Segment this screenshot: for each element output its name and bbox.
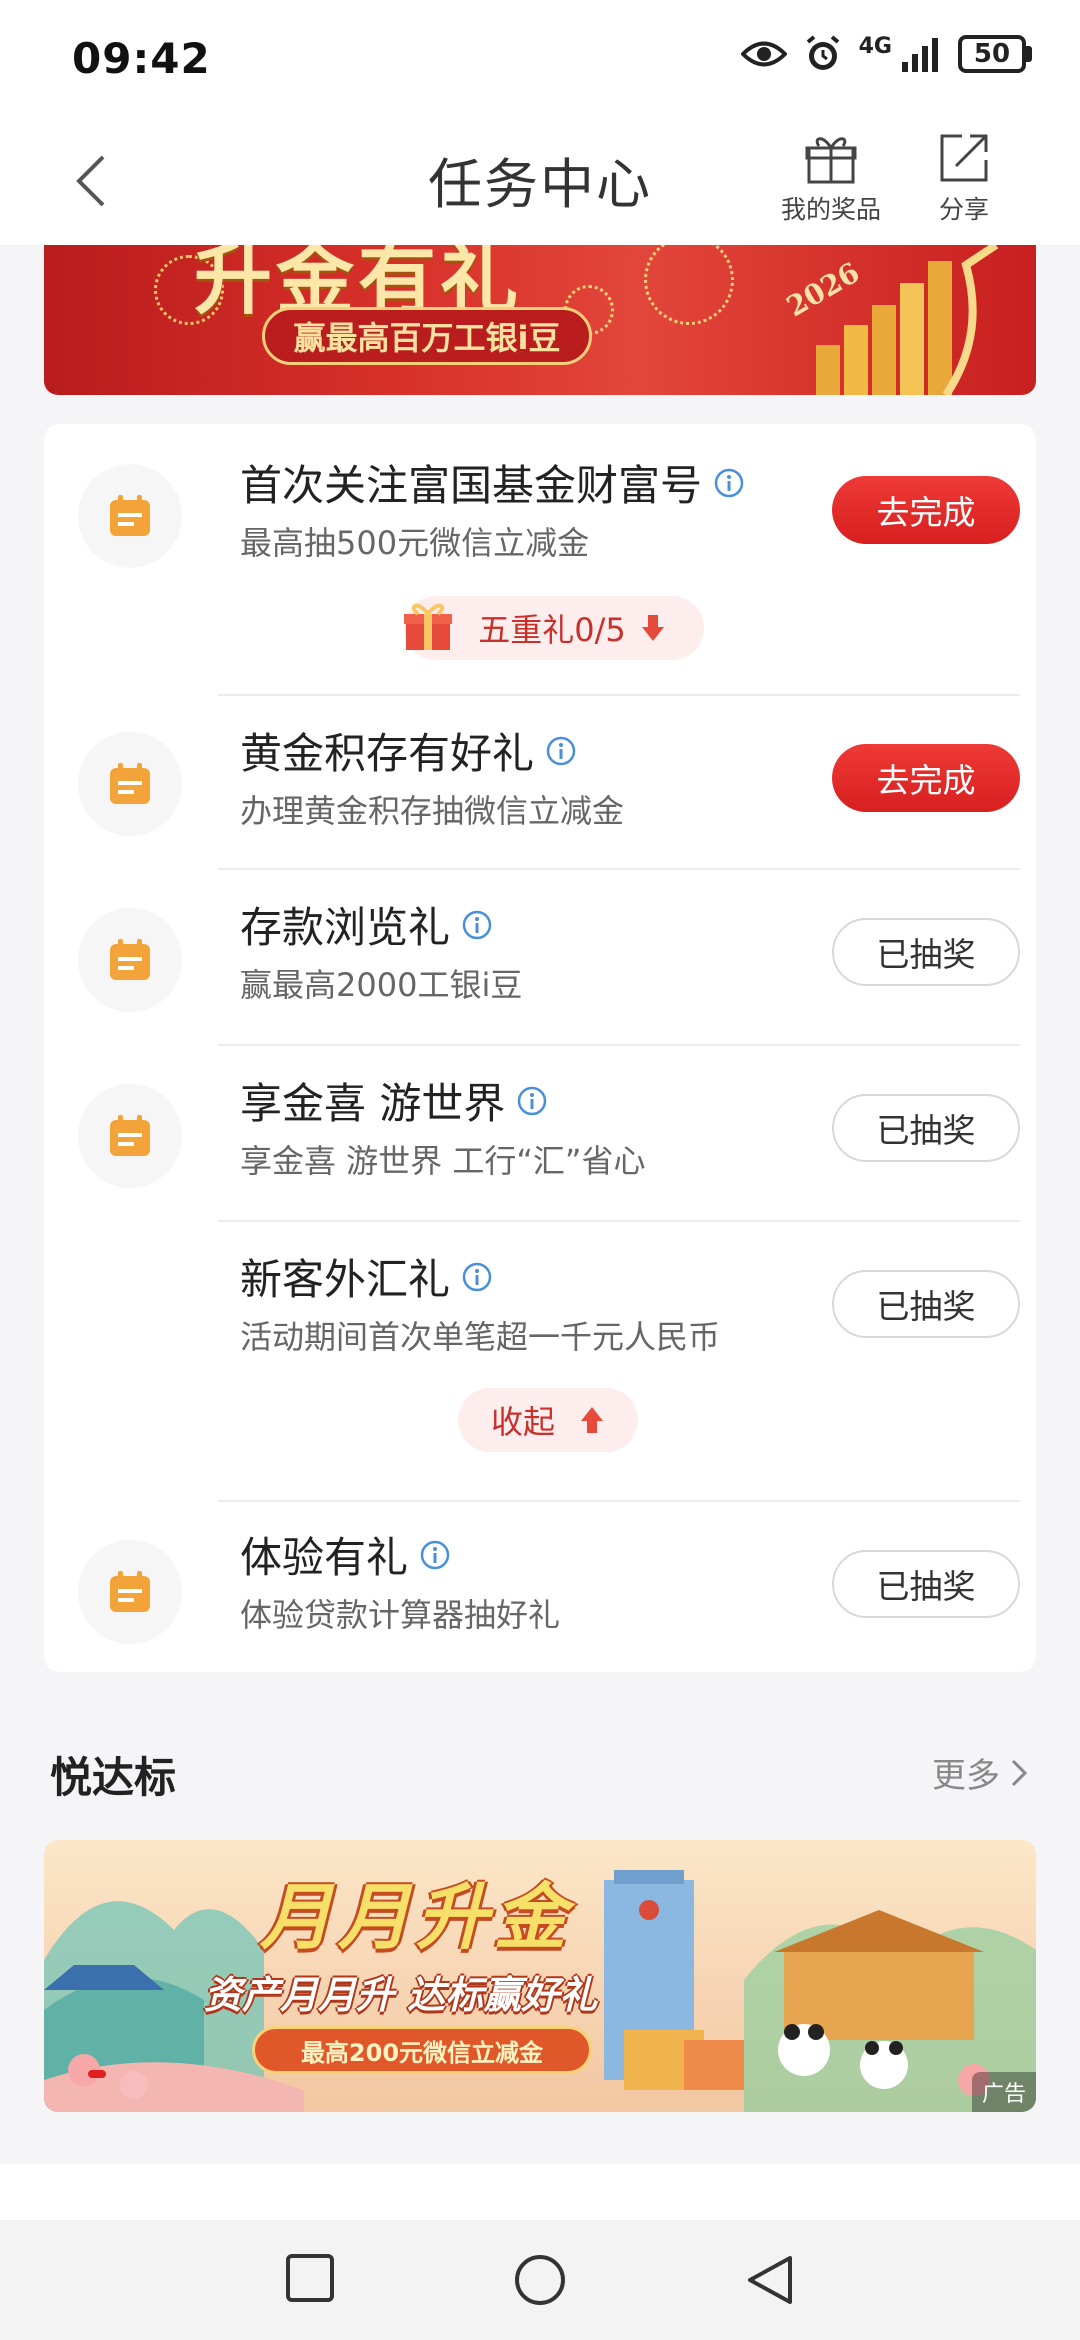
next-section-peek (0, 2164, 1080, 2224)
info-icon[interactable] (462, 910, 492, 940)
network-type: 4G (858, 34, 892, 59)
my-prizes-label: 我的奖品 (780, 195, 881, 224)
task-item: 首次关注富国基金财富号 最高抽500元微信立减金 去完成 五重礼0/5 (44, 424, 1036, 684)
task-title: 首次关注富国基金财富号 (240, 452, 744, 513)
task-icon-wrap (78, 732, 182, 836)
banner-subtitle: 赢最高百万工银i豆 (262, 307, 592, 365)
more-label: 更多 (932, 1756, 1000, 1796)
share-button[interactable]: 分享 (924, 130, 1004, 226)
recent-apps-icon[interactable] (284, 2252, 336, 2304)
five-gifts-toggle[interactable]: 五重礼0/5 (404, 596, 704, 660)
info-icon[interactable] (462, 1262, 492, 1292)
home-icon[interactable] (512, 2252, 568, 2308)
status-icons: 4G 50 (740, 34, 1032, 74)
calendar-icon (110, 1571, 150, 1612)
gift-box-icon (404, 603, 452, 650)
gold-stairs-illustration (816, 245, 999, 395)
share-label: 分享 (938, 195, 989, 224)
section-title: 悦达标 (50, 1753, 177, 1802)
task-item: 享金喜 游世界 享金喜 游世界 工行“汇”省心 已抽奖 (44, 1046, 1036, 1220)
task-title: 体验有礼 (240, 1524, 450, 1585)
drawn-status-button[interactable]: 已抽奖 (832, 1270, 1020, 1338)
arrow-down-icon (641, 615, 664, 641)
task-item: 黄金积存有好礼 办理黄金积存抽微信立减金 去完成 (44, 696, 1036, 870)
ad-subtitle: 资产月月升 达标赢好礼 (204, 1973, 598, 2017)
header-bar: 任务中心 我的奖品 分享 (0, 120, 1080, 245)
info-icon[interactable] (714, 468, 744, 498)
task-icon-wrap (78, 1084, 182, 1188)
drawn-status-button[interactable]: 已抽奖 (832, 1550, 1020, 1618)
ad-note: 最高200元微信立减金 (252, 2026, 592, 2074)
complete-task-button[interactable]: 去完成 (832, 476, 1020, 544)
info-icon[interactable] (517, 1086, 547, 1116)
back-nav-icon[interactable] (744, 2252, 796, 2308)
firework-decoration (644, 245, 734, 325)
task-list-card: 首次关注富国基金财富号 最高抽500元微信立减金 去完成 五重礼0/5 黄金积存… (44, 424, 1036, 1672)
system-navigation-bar (0, 2220, 1080, 2340)
battery-icon: 50 (958, 35, 1032, 73)
task-subtitle: 最高抽500元微信立减金 (240, 524, 590, 562)
calendar-icon (110, 763, 150, 804)
calendar-icon (110, 1115, 150, 1156)
task-icon-wrap (78, 1540, 182, 1644)
eye-icon (740, 41, 787, 67)
calendar-icon (110, 495, 150, 536)
my-prizes-button[interactable]: 我的奖品 (776, 130, 886, 226)
task-item: 新客外汇礼 活动期间首次单笔超一千元人民币 已抽奖 收起 (44, 1222, 1036, 1502)
status-bar: 09:42 4G 50 (0, 0, 1080, 120)
task-subtitle: 体验贷款计算器抽好礼 (240, 1596, 561, 1634)
promo-banner[interactable]: 升金有礼 赢最高百万工银i豆 2026 (44, 245, 1036, 395)
arrow-up-icon (581, 1407, 603, 1433)
share-icon (940, 134, 988, 182)
clock: 09:42 (72, 34, 211, 83)
ad-title: 月月升金 (260, 1875, 573, 1959)
task-title: 存款浏览礼 (240, 894, 492, 955)
info-icon[interactable] (420, 1540, 450, 1570)
task-subtitle: 办理黄金积存抽微信立减金 (240, 792, 625, 830)
signal-icon (902, 38, 938, 72)
task-subtitle: 活动期间首次单笔超一千元人民币 (240, 1318, 721, 1356)
info-icon[interactable] (546, 736, 576, 766)
task-subtitle: 享金喜 游世界 工行“汇”省心 (240, 1142, 646, 1180)
task-icon-wrap (78, 908, 182, 1012)
complete-task-button[interactable]: 去完成 (832, 744, 1020, 812)
ad-banner[interactable]: 月月升金 资产月月升 达标赢好礼 最高200元微信立减金 广告 (44, 1840, 1036, 2112)
task-title: 黄金积存有好礼 (240, 720, 576, 781)
task-item: 存款浏览礼 赢最高2000工银i豆 已抽奖 (44, 870, 1036, 1044)
task-title: 新客外汇礼 (240, 1246, 492, 1307)
carousel-indicator (88, 2070, 106, 2078)
ad-tag: 广告 (971, 2072, 1036, 2112)
page-title: 任务中心 (428, 153, 652, 216)
gift-icon (805, 137, 857, 184)
carousel-dot (88, 2070, 106, 2078)
collapse-toggle[interactable]: 收起 (458, 1388, 638, 1452)
task-title: 享金喜 游世界 (240, 1070, 547, 1131)
more-link[interactable]: 更多 (932, 1748, 1028, 1797)
drawn-status-button[interactable]: 已抽奖 (832, 1094, 1020, 1162)
alarm-icon (806, 35, 839, 70)
task-icon-wrap (78, 464, 182, 568)
task-subtitle: 赢最高2000工银i豆 (240, 966, 523, 1004)
five-gifts-label: 五重礼0/5 (478, 611, 626, 649)
calendar-icon (110, 939, 150, 980)
task-item: 体验有礼 体验贷款计算器抽好礼 已抽奖 (44, 1502, 1036, 1672)
chevron-right-icon (1011, 1759, 1028, 1786)
collapse-label: 收起 (490, 1403, 555, 1441)
drawn-status-button[interactable]: 已抽奖 (832, 918, 1020, 986)
